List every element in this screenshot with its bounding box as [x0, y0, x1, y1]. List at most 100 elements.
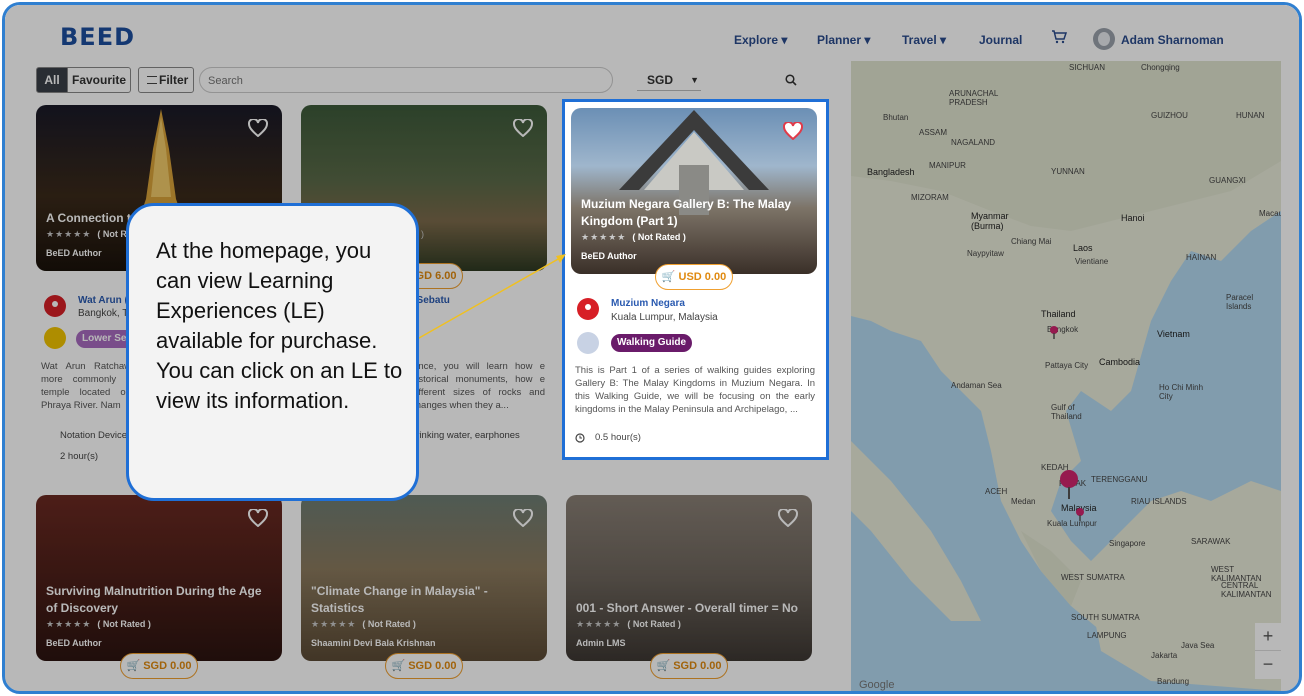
- rating-label: ( Not Rated ): [632, 232, 686, 242]
- map-label: HUNAN: [1236, 111, 1265, 120]
- price-badge[interactable]: 🛒 SGD 0.00: [385, 653, 463, 679]
- search-input[interactable]: [208, 72, 568, 90]
- map-label: Bangladesh: [867, 167, 915, 177]
- filter-all-button[interactable]: All: [36, 67, 68, 93]
- map-label: Singapore: [1109, 539, 1146, 548]
- filter-label: Filter: [159, 73, 189, 87]
- favourite-heart-icon[interactable]: [248, 509, 268, 527]
- favourite-heart-icon[interactable]: [783, 122, 803, 140]
- nav-explore[interactable]: Explore ▾: [734, 33, 787, 47]
- map-label: SOUTH SUMATRA: [1071, 613, 1140, 622]
- map-label: Jakarta: [1151, 651, 1178, 660]
- highlighted-le-card[interactable]: Muzium Negara Gallery B: The Malay Kingd…: [562, 99, 829, 460]
- le-title: "Climate Change in Malaysia" - Statistic…: [311, 584, 488, 615]
- le-requirements: Notation Device: [60, 430, 128, 441]
- price-value: 🛒 SGD 0.00: [391, 660, 457, 672]
- search-icon[interactable]: [785, 74, 797, 86]
- le-card[interactable]: "Climate Change in Malaysia" - Statistic…: [301, 495, 547, 691]
- map-label: Cambodia: [1099, 357, 1141, 367]
- le-card-image[interactable]: "Climate Change in Malaysia" - Statistic…: [301, 495, 547, 661]
- map-label: Pattaya City: [1045, 361, 1089, 370]
- app: BEED Explore ▾ Planner ▾ Travel ▾ Journa…: [5, 5, 1299, 691]
- map-label: SARAWAK: [1191, 537, 1231, 546]
- le-title: Muzium Negara Gallery B: The Malay Kingd…: [581, 197, 792, 228]
- price-badge[interactable]: 🛒 SGD 0.00: [650, 653, 728, 679]
- callout-arrow: [411, 254, 566, 343]
- rating-stars: ★★★★★( Not Rated ): [576, 619, 681, 629]
- favourite-heart-icon[interactable]: [778, 509, 798, 527]
- location-name[interactable]: Wat Arun (: [78, 295, 128, 306]
- location-name[interactable]: Muzium Negara: [611, 298, 685, 309]
- rating-label: ( Not Rated ): [97, 619, 151, 629]
- map-label: ASSAM: [919, 128, 948, 137]
- le-card[interactable]: 001 - Short Answer - Overall timer = No …: [566, 495, 812, 691]
- map-panel[interactable]: SICHUAN Chongqing ARUNACHAL PRADESH GUIZ…: [851, 61, 1281, 691]
- currency-value: SGD: [647, 73, 674, 87]
- callout-text: At the homepage, you can view Learning E…: [156, 238, 403, 413]
- map-label: LAMPUNG: [1087, 631, 1127, 640]
- le-card-image[interactable]: Surviving Malnutrition During the Age of…: [36, 495, 282, 661]
- user-name[interactable]: Adam Sharnoman: [1121, 33, 1224, 47]
- le-author: Shaamini Devi Bala Krishnan: [311, 638, 436, 648]
- map-label: Chongqing: [1141, 63, 1180, 72]
- screenshot-frame: BEED Explore ▾ Planner ▾ Travel ▾ Journa…: [2, 2, 1302, 694]
- map-label: Bandung: [1157, 677, 1190, 686]
- map-marker-icon[interactable]: [1075, 507, 1085, 521]
- price-badge[interactable]: 🛒 SGD 0.00: [120, 653, 198, 679]
- map-label: YUNNAN: [1051, 167, 1085, 176]
- map-label: Bhutan: [883, 113, 909, 122]
- currency-select[interactable]: SGD ▼: [637, 69, 701, 91]
- user-avatar[interactable]: [1093, 28, 1115, 50]
- map-label: Vientiane: [1075, 257, 1109, 266]
- chevron-down-icon: ▼: [690, 75, 699, 85]
- price-badge[interactable]: 🛒 USD 0.00: [655, 264, 733, 290]
- map-label: Medan: [1011, 497, 1036, 506]
- map-label: Thailand: [1041, 309, 1076, 319]
- le-author: BeED Author: [46, 248, 102, 258]
- le-duration: 0.5 hour(s): [595, 432, 641, 443]
- map-label: MANIPUR: [929, 161, 966, 170]
- map-label: Myanmar (Burma): [971, 211, 1009, 231]
- favourite-heart-icon[interactable]: [513, 119, 533, 137]
- level-icon: [44, 327, 66, 349]
- map-label: Java Sea: [1181, 641, 1215, 650]
- map-marker-icon[interactable]: [1049, 325, 1059, 339]
- map-label: HAINAN: [1186, 253, 1217, 262]
- nav-travel[interactable]: Travel ▾: [902, 33, 946, 47]
- map-label: Laos: [1073, 243, 1093, 253]
- nav-journal[interactable]: Journal: [979, 33, 1022, 47]
- le-card-image[interactable]: 001 - Short Answer - Overall timer = No …: [566, 495, 812, 661]
- map-label: NAGALAND: [951, 138, 996, 147]
- rating-stars: ★★★★★( Not Rated ): [46, 619, 151, 629]
- nav-planner[interactable]: Planner ▾: [817, 33, 870, 47]
- map-label: RIAU ISLANDS: [1131, 497, 1187, 506]
- favourite-heart-icon[interactable]: [513, 509, 533, 527]
- map-label: Paracel Islands: [1226, 293, 1254, 311]
- rating-stars: ★★★★★( Not Rated ): [311, 619, 416, 629]
- map-label: GUANGXI: [1209, 176, 1246, 185]
- favourite-heart-icon[interactable]: [248, 119, 268, 137]
- cart-icon[interactable]: [1051, 30, 1067, 44]
- map-label: Andaman Sea: [951, 381, 1002, 390]
- map-zoom-out-button[interactable]: −: [1255, 651, 1281, 679]
- search-bar[interactable]: [199, 67, 797, 93]
- filter-icon: [147, 76, 157, 84]
- map-label: Ho Chi Minh City: [1159, 383, 1204, 401]
- le-card[interactable]: Surviving Malnutrition During the Age of…: [36, 495, 282, 691]
- filter-button[interactable]: Filter: [138, 67, 194, 93]
- map-zoom-in-button[interactable]: +: [1255, 623, 1281, 651]
- map-label: Chiang Mai: [1011, 237, 1052, 246]
- map-label: SICHUAN: [1069, 63, 1106, 72]
- filter-favourite-button[interactable]: Favourite: [67, 67, 131, 93]
- le-author: BeED Author: [581, 251, 637, 261]
- le-requirements: drinking water, earphones: [411, 430, 520, 441]
- location-address: Bangkok, T: [78, 308, 129, 319]
- map-marker-icon[interactable]: [1059, 469, 1079, 499]
- le-card-image[interactable]: Muzium Negara Gallery B: The Malay Kingd…: [571, 108, 817, 274]
- le-duration: 2 hour(s): [60, 451, 99, 462]
- beed-logo[interactable]: BEED: [60, 23, 135, 51]
- map-land: [851, 61, 1281, 691]
- guide-icon: [577, 332, 599, 354]
- le-title: 001 - Short Answer - Overall timer = No: [576, 601, 798, 615]
- map-label: CENTRAL KALIMANTAN: [1221, 581, 1272, 599]
